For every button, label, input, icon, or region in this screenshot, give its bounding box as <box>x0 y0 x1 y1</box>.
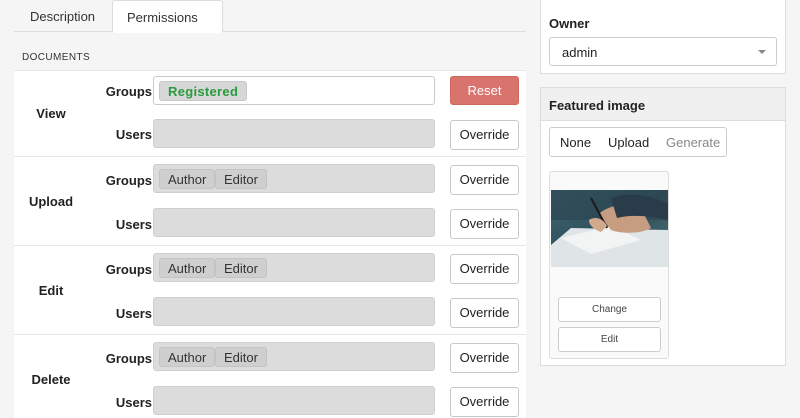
owner-value: admin <box>562 45 598 60</box>
featured-image-panel: Featured image None Upload Generate Chan… <box>540 87 786 366</box>
image-thumbnail-card: Change Edit <box>549 171 669 359</box>
users-field[interactable] <box>153 208 435 237</box>
permission-delete: Delete Groups Author Editor Override Use… <box>14 334 526 418</box>
group-tag: Registered <box>159 81 248 101</box>
group-tag: Author <box>159 347 216 367</box>
groups-label: Groups <box>105 262 152 277</box>
override-button[interactable]: Override <box>450 209 519 239</box>
groups-field[interactable]: Author Editor <box>153 253 435 282</box>
group-tag: Editor <box>215 169 267 189</box>
featured-image-thumbnail <box>551 190 668 267</box>
permission-view: View Groups Registered Reset Users Overr… <box>14 70 526 156</box>
featured-image-title: Featured image <box>549 98 646 113</box>
users-label: Users <box>115 306 152 321</box>
owner-select[interactable]: admin <box>549 37 777 66</box>
action-label: Edit <box>38 283 64 298</box>
groups-field[interactable]: Author Editor <box>153 342 435 371</box>
tab-description[interactable]: Description <box>16 0 113 33</box>
image-source-toggle: None Upload Generate <box>549 127 727 157</box>
edit-image-button[interactable]: Edit <box>558 327 661 352</box>
override-button[interactable]: Override <box>450 343 519 373</box>
change-image-button[interactable]: Change <box>558 297 661 322</box>
users-label: Users <box>115 395 152 410</box>
section-title: DOCUMENTS <box>22 52 91 63</box>
chevron-down-icon <box>758 50 766 54</box>
group-tag: Author <box>159 258 216 278</box>
option-upload[interactable]: Upload <box>608 135 649 150</box>
tab-permissions[interactable]: Permissions <box>112 0 223 33</box>
option-generate[interactable]: Generate <box>666 135 720 150</box>
owner-panel: Owner admin <box>540 0 786 74</box>
permissions-panel: Description Permissions DOCUMENTS View G… <box>0 0 530 418</box>
group-tag: Editor <box>215 258 267 278</box>
option-none[interactable]: None <box>560 135 591 150</box>
override-button[interactable]: Override <box>450 387 519 417</box>
users-label: Users <box>115 217 152 232</box>
override-button[interactable]: Override <box>450 120 519 150</box>
groups-label: Groups <box>105 351 152 366</box>
override-button[interactable]: Override <box>450 254 519 284</box>
users-field[interactable] <box>153 386 435 415</box>
action-label: Upload <box>28 194 74 209</box>
users-label: Users <box>115 127 152 142</box>
owner-label: Owner <box>549 16 590 31</box>
override-button[interactable]: Override <box>450 165 519 195</box>
group-tag: Author <box>159 169 216 189</box>
groups-field[interactable]: Author Editor <box>153 164 435 193</box>
tab-bar: Description Permissions <box>14 0 526 33</box>
group-tag: Editor <box>215 347 267 367</box>
groups-label: Groups <box>105 173 152 188</box>
reset-button[interactable]: Reset <box>450 76 519 105</box>
override-button[interactable]: Override <box>450 298 519 328</box>
groups-label: Groups <box>105 84 152 99</box>
groups-field[interactable]: Registered <box>153 76 435 105</box>
featured-image-header: Featured image <box>541 88 785 121</box>
users-field[interactable] <box>153 297 435 326</box>
permission-upload: Upload Groups Author Editor Override Use… <box>14 156 526 245</box>
permission-edit: Edit Groups Author Editor Override Users… <box>14 245 526 334</box>
action-label: Delete <box>31 372 71 387</box>
users-field[interactable] <box>153 119 435 148</box>
action-label: View <box>36 106 66 121</box>
